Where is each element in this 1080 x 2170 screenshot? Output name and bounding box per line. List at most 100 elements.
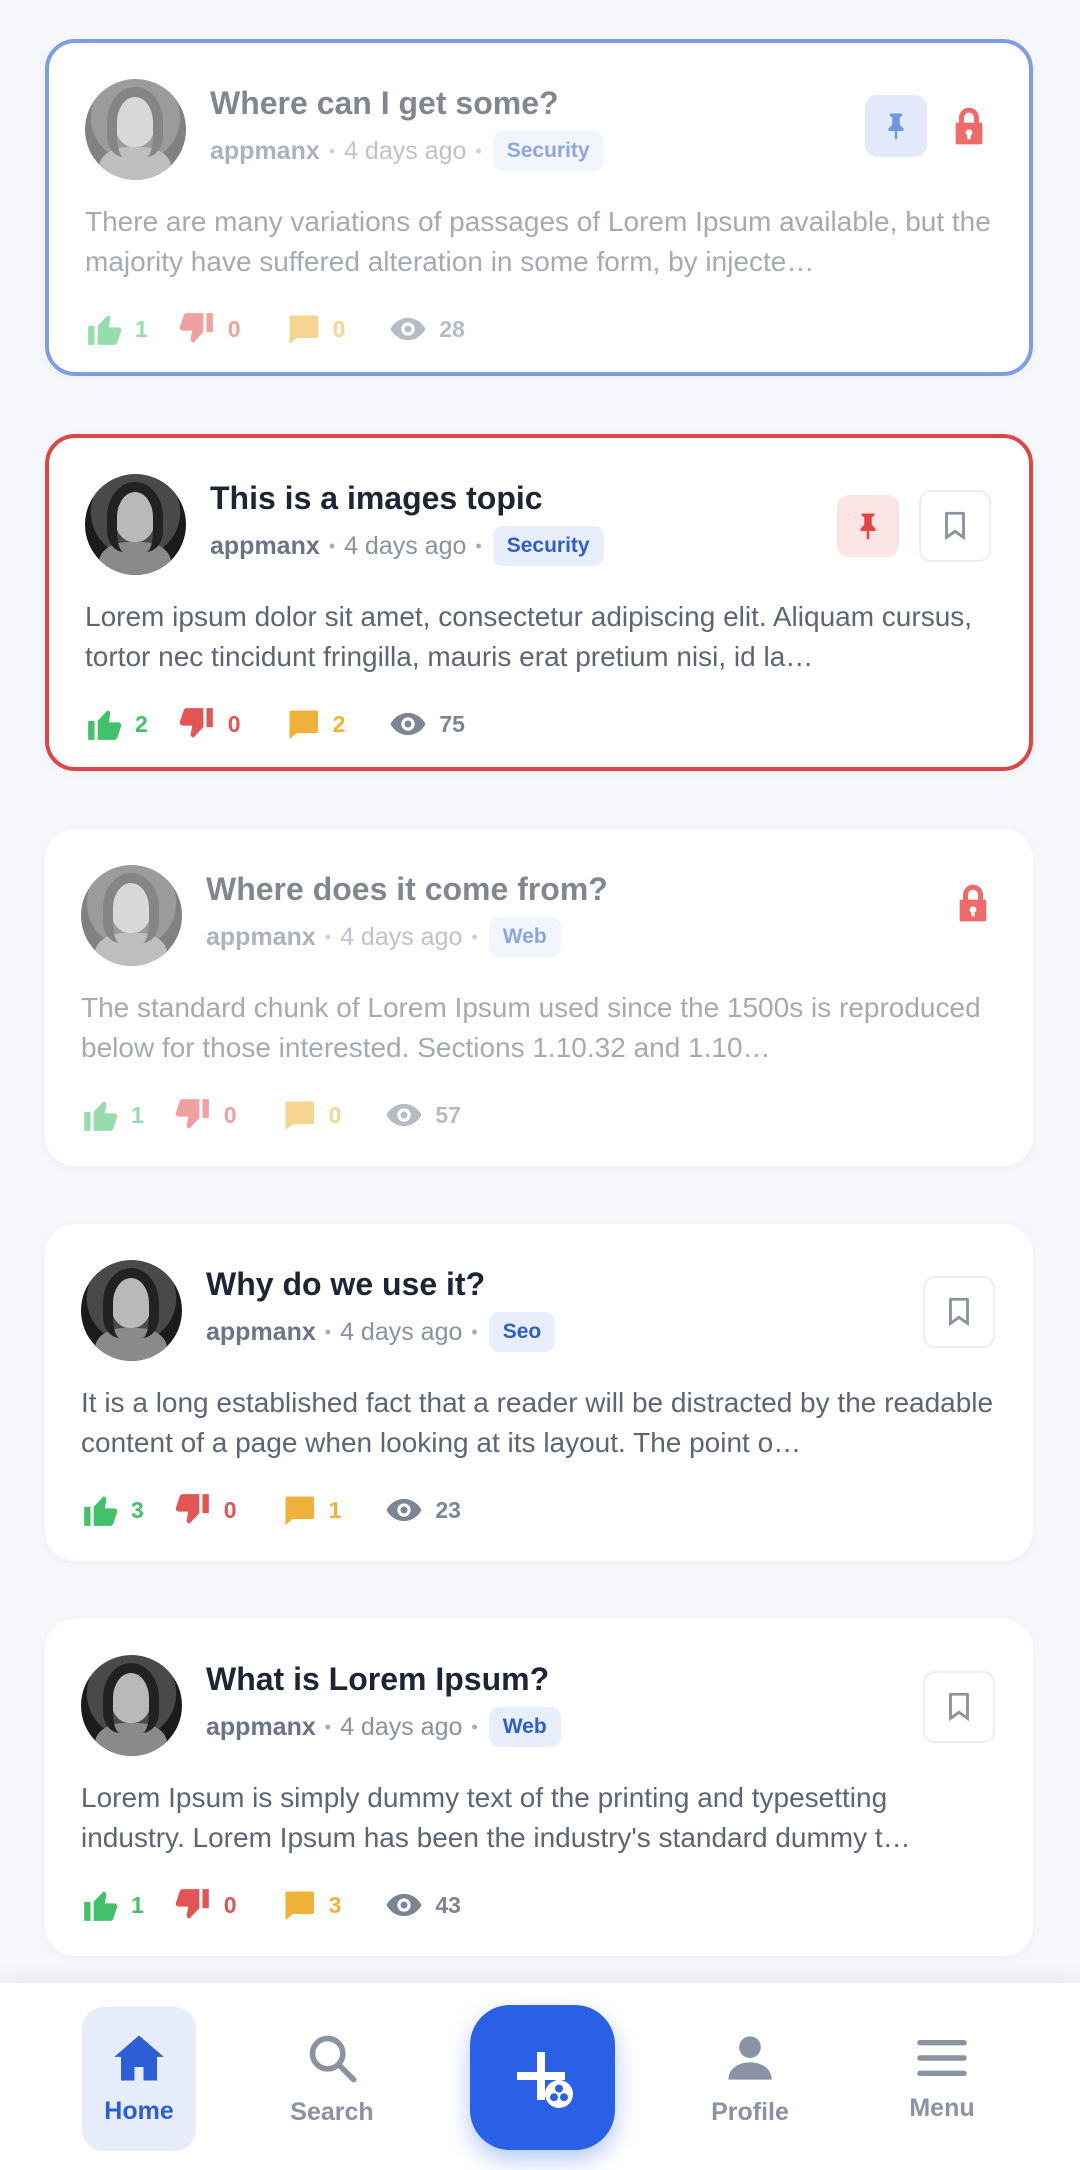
topic-title[interactable]: What is Lorem Ipsum? <box>206 1659 923 1699</box>
author-name[interactable]: appmanx <box>210 137 320 166</box>
pin-icon <box>881 111 911 141</box>
thumbs-up-icon <box>85 705 123 743</box>
post-time: 4 days ago <box>340 922 463 951</box>
topic-excerpt: It is a long established fact that a rea… <box>81 1387 994 1458</box>
thumbs-down-icon <box>174 1886 212 1924</box>
comment-icon <box>281 1492 317 1528</box>
bookmark-icon <box>938 509 972 543</box>
nav-home[interactable]: Home <box>82 2007 196 2151</box>
comments-button[interactable]: 0 <box>281 1097 341 1133</box>
topic-card[interactable]: What is Lorem Ipsum? appmanx • 4 days ag… <box>45 1619 1033 1956</box>
topic-card[interactable]: Where does it come from? appmanx • 4 day… <box>45 829 1033 1166</box>
like-count: 1 <box>135 315 148 342</box>
search-icon <box>309 2035 357 2082</box>
view-count: 23 <box>435 1496 461 1523</box>
views: 43 <box>385 1886 461 1924</box>
category-tag[interactable]: Web <box>488 917 561 957</box>
category-tag[interactable]: Security <box>492 131 604 171</box>
bookmark-button[interactable] <box>923 1276 995 1348</box>
post-time: 4 days ago <box>340 1712 463 1741</box>
nav-home-label: Home <box>104 2096 174 2125</box>
bottom-navigation: Home Search Profile Menu <box>0 1983 1080 2170</box>
pin-button[interactable] <box>865 95 927 157</box>
thumbs-down-icon <box>174 1491 212 1529</box>
comments-button[interactable]: 1 <box>281 1492 342 1528</box>
separator-dot: • <box>471 1321 478 1342</box>
category-tag[interactable]: Security <box>492 526 604 566</box>
pin-button[interactable] <box>837 495 899 557</box>
thumbs-up-icon <box>81 1096 119 1134</box>
dislike-button[interactable]: 0 <box>174 1491 237 1529</box>
topic-feed: Where can I get some? appmanx • 4 days a… <box>0 0 1080 1956</box>
avatar[interactable] <box>81 1260 182 1361</box>
nav-search-label: Search <box>290 2097 374 2126</box>
like-button[interactable]: 1 <box>81 1096 144 1134</box>
separator-dot: • <box>471 926 478 947</box>
like-button[interactable]: 1 <box>81 1886 144 1924</box>
like-button[interactable]: 1 <box>85 310 148 348</box>
nav-search[interactable]: Search <box>275 2007 389 2151</box>
thumbs-up-icon <box>81 1886 119 1924</box>
dislike-button[interactable]: 0 <box>174 1886 237 1924</box>
dislike-count: 0 <box>223 1101 237 1128</box>
avatar[interactable] <box>85 79 186 180</box>
separator-dot: • <box>475 140 482 161</box>
avatar[interactable] <box>85 474 186 575</box>
dislike-button[interactable]: 0 <box>178 310 241 348</box>
bookmark-button[interactable] <box>923 1671 995 1743</box>
topic-excerpt: The standard chunk of Lorem Ipsum used s… <box>81 992 981 1063</box>
nav-profile[interactable]: Profile <box>693 2007 807 2151</box>
comment-count: 1 <box>328 1496 342 1523</box>
author-name[interactable]: appmanx <box>206 1318 316 1347</box>
comment-icon <box>285 706 321 742</box>
thumbs-up-icon <box>85 310 123 348</box>
comment-icon <box>285 311 321 347</box>
comment-count: 3 <box>328 1891 342 1918</box>
comments-button[interactable]: 2 <box>285 706 346 742</box>
comment-icon <box>281 1887 317 1923</box>
thumbs-down-icon <box>174 1096 212 1134</box>
category-tag[interactable]: Seo <box>488 1312 556 1352</box>
bookmark-icon <box>942 1690 976 1724</box>
views: 57 <box>385 1096 461 1134</box>
dislike-count: 0 <box>227 710 241 737</box>
lock-icon <box>951 881 995 925</box>
topic-title[interactable]: This is a images topic <box>210 478 837 518</box>
category-tag[interactable]: Web <box>488 1707 561 1747</box>
topic-title[interactable]: Where can I get some? <box>210 83 865 123</box>
like-count: 3 <box>131 1496 144 1523</box>
view-count: 75 <box>439 710 465 737</box>
dislike-count: 0 <box>227 315 241 342</box>
nav-menu[interactable]: Menu <box>885 2007 999 2151</box>
dislike-button[interactable]: 0 <box>174 1096 237 1134</box>
eye-icon <box>389 310 427 348</box>
dislike-button[interactable]: 0 <box>178 705 241 743</box>
topic-title[interactable]: Where does it come from? <box>206 869 951 909</box>
nav-profile-label: Profile <box>711 2097 789 2126</box>
avatar[interactable] <box>81 1655 182 1756</box>
like-button[interactable]: 2 <box>85 705 148 743</box>
author-name[interactable]: appmanx <box>210 532 320 561</box>
author-name[interactable]: appmanx <box>206 1713 316 1742</box>
comment-count: 2 <box>332 710 346 737</box>
eye-icon <box>385 1886 423 1924</box>
topic-card[interactable]: This is a images topic appmanx • 4 days … <box>45 434 1033 771</box>
views: 23 <box>385 1491 461 1529</box>
eye-icon <box>385 1096 423 1134</box>
separator-dot: • <box>324 1716 332 1737</box>
comments-button[interactable]: 3 <box>281 1887 342 1923</box>
bookmark-button[interactable] <box>919 490 991 562</box>
avatar[interactable] <box>81 865 182 966</box>
separator-dot: • <box>324 1321 332 1342</box>
topic-title[interactable]: Why do we use it? <box>206 1264 923 1304</box>
hamburger-menu-icon <box>917 2039 967 2076</box>
create-topic-button[interactable] <box>470 2005 615 2150</box>
author-name[interactable]: appmanx <box>206 923 316 952</box>
topic-card[interactable]: Why do we use it? appmanx • 4 days ago •… <box>45 1224 1033 1561</box>
view-count: 28 <box>439 315 465 342</box>
comments-button[interactable]: 0 <box>285 311 345 347</box>
separator-dot: • <box>471 1716 478 1737</box>
like-count: 1 <box>131 1891 144 1918</box>
like-button[interactable]: 3 <box>81 1491 144 1529</box>
topic-card[interactable]: Where can I get some? appmanx • 4 days a… <box>45 39 1033 376</box>
